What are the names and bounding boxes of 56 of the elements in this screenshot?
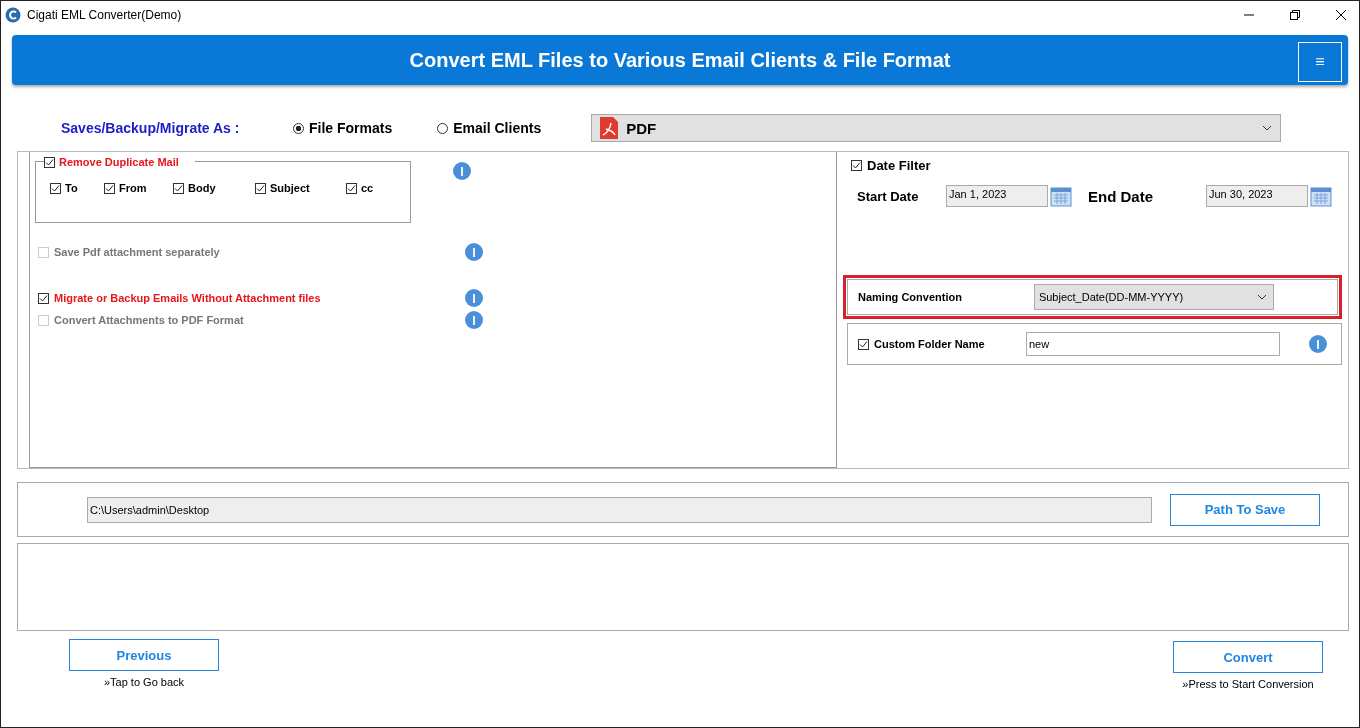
format-dropdown[interactable]: PDF: [591, 114, 1282, 142]
app-logo-icon: [5, 7, 21, 23]
pdf-file-icon: [600, 117, 619, 139]
restore-icon[interactable]: [1289, 9, 1301, 21]
checkbox-label: Custom Folder Name: [874, 338, 986, 350]
info-icon[interactable]: [465, 289, 483, 307]
previous-button[interactable]: Previous: [69, 639, 219, 671]
start-date-field[interactable]: Jan 1, 2023: [946, 185, 1048, 207]
checkbox[interactable]: [255, 182, 266, 194]
checkbox-label: cc: [361, 182, 374, 194]
checkbox[interactable]: [44, 156, 55, 168]
close-icon[interactable]: [1335, 9, 1347, 21]
checkbox-label: Date Filter: [867, 158, 931, 173]
checkbox-label: To: [65, 182, 78, 194]
checkbox-label: Body: [188, 182, 216, 194]
checkbox-label: From: [119, 182, 147, 194]
info-icon[interactable]: [465, 311, 483, 329]
checkbox[interactable]: [851, 160, 862, 171]
checkbox[interactable]: [38, 292, 49, 304]
end-date-label: End Date: [1088, 187, 1154, 205]
checkbox[interactable]: [173, 182, 184, 194]
info-icon[interactable]: [465, 243, 483, 261]
chevron-down-icon: [1256, 294, 1267, 300]
checkbox-label: Subject: [270, 182, 310, 194]
folder-name-field[interactable]: new: [1026, 332, 1280, 356]
checkbox[interactable]: [346, 182, 357, 194]
checkbox-label: Migrate or Backup Emails Without Attachment files: [54, 292, 321, 304]
checkbox-label: Convert Attachments to PDF Format: [54, 314, 244, 326]
naming-label: Naming Convention: [858, 291, 962, 303]
format-value: PDF: [626, 119, 657, 137]
chevron-down-icon: [1262, 125, 1273, 131]
checkbox[interactable]: [858, 338, 869, 350]
checkbox-label: Save Pdf attachment separately: [54, 246, 220, 258]
checkbox-label: Remove Duplicate Mail: [59, 156, 179, 168]
window-title: Cigati EML Converter(Demo): [27, 8, 182, 22]
info-icon[interactable]: [1309, 335, 1327, 353]
naming-dropdown[interactable]: Subject_Date(DD-MM-YYYY): [1033, 284, 1274, 310]
convert-button[interactable]: Convert: [1173, 641, 1323, 673]
checkbox[interactable]: [50, 182, 61, 194]
path-field[interactable]: C:\Users\admin\Desktop: [87, 496, 1152, 523]
end-date-field[interactable]: Jun 30, 2023: [1206, 185, 1308, 207]
menu-button[interactable]: ≡: [1298, 42, 1342, 82]
info-icon[interactable]: [453, 162, 471, 180]
save-as-label: Saves/Backup/Migrate As :: [61, 120, 241, 136]
path-to-save-button[interactable]: Path To Save: [1170, 493, 1320, 526]
naming-value: Subject_Date(DD-MM-YYYY): [1038, 291, 1184, 303]
radio-circle[interactable]: [293, 122, 304, 134]
calendar-icon[interactable]: [1050, 185, 1072, 207]
calendar-icon[interactable]: [1310, 185, 1332, 207]
format-radio[interactable]: Email Clients: [437, 120, 542, 136]
format-radio[interactable]: File Formats: [293, 120, 393, 136]
hint-text: »Tap to Go back: [103, 676, 185, 688]
hint-text: »Press to Start Conversion: [1182, 678, 1314, 690]
checkbox[interactable]: [104, 182, 115, 194]
banner-title: Convert EML Files to Various Email Clients & File Format: [409, 48, 951, 72]
start-date-label: Start Date: [857, 188, 920, 204]
